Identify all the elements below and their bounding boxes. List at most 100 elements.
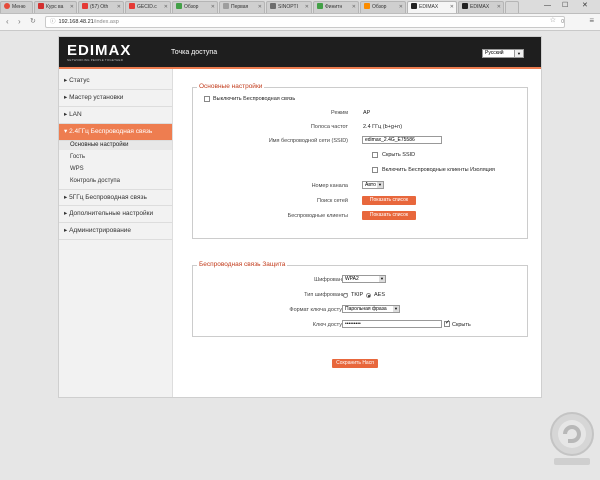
disable-wireless-label: Выключить Беспроводная связь <box>213 96 296 102</box>
security-fieldset: Беспроводная связь Защита Шифрование WPA… <box>192 261 528 337</box>
tab-close-icon[interactable]: ✕ <box>211 2 215 13</box>
sidebar-item-status[interactable]: ▸ Статус <box>59 73 172 90</box>
aes-label: AES <box>374 292 386 298</box>
tab-close-icon[interactable]: ✕ <box>117 2 121 13</box>
main-content: Основные настройки Выключить Беспроводна… <box>172 69 541 397</box>
chevron-down-icon: ▼ <box>377 182 383 188</box>
back-arrow-icon[interactable]: ‹ <box>6 16 9 28</box>
extension-badge[interactable]: 0 <box>561 17 564 27</box>
tab-favicon-icon <box>82 3 88 9</box>
tab-close-icon[interactable]: ✕ <box>450 2 454 13</box>
encryption-label: Шифрование <box>314 277 348 283</box>
basic-settings-fieldset: Основные настройки Выключить Беспроводна… <box>192 83 528 239</box>
key-format-select[interactable]: Парольная фраза ▼ <box>342 305 400 313</box>
sidebar-subitem-basic[interactable]: Основные настройки <box>70 141 129 149</box>
tab-favicon-icon <box>38 3 44 9</box>
basic-settings-legend: Основные настройки <box>197 83 265 90</box>
tkip-radio[interactable] <box>343 293 348 298</box>
hide-ssid-label: Скрыть SSID <box>382 152 416 158</box>
sidebar-item-administration[interactable]: ▸ Администрирование <box>59 223 172 240</box>
reload-icon[interactable]: ↻ <box>30 16 36 28</box>
tab-close-icon[interactable]: ✕ <box>164 2 168 13</box>
address-bar-row: ‹ › ↻ ⓘ 192.168.48.21/index.asp 0 ☆ ≡ <box>0 14 600 31</box>
client-isolation-checkbox[interactable] <box>372 167 378 173</box>
chevron-down-icon: ▼ <box>514 50 523 57</box>
browser-tab-bar: Меню Курс ва ✕ (57) Oth ✕ GECID.c ✕ Обзор ✕ … <box>0 0 600 14</box>
hide-ssid-checkbox[interactable] <box>372 152 378 158</box>
tab-favicon-icon <box>317 3 323 9</box>
hide-key-label: Скрыть <box>452 322 471 328</box>
sidebar-item-lan[interactable]: ▸ LAN <box>59 107 172 124</box>
tab-favicon-icon <box>176 3 182 9</box>
site-survey-button[interactable]: Показать список <box>362 196 416 205</box>
tkip-label: TKIP <box>351 292 364 298</box>
browser-menu-icon[interactable]: ≡ <box>589 15 594 27</box>
channel-label: Номер канала <box>311 183 348 189</box>
client-isolation-label: Включить Беспроводные клиенты Изоляция <box>382 167 495 173</box>
tab-favicon-icon <box>364 3 370 9</box>
mode-label: Режим <box>331 110 348 116</box>
tab-close-icon[interactable]: ✕ <box>399 2 403 13</box>
tab-close-icon[interactable]: ✕ <box>305 2 309 13</box>
tab-favicon-icon <box>4 3 10 9</box>
maximize-button[interactable]: ☐ <box>562 0 568 12</box>
aes-radio[interactable] <box>366 293 371 298</box>
sidebar: ▸ Статус ▸ Мастер установки ▸ LAN ▾ 2.4Г… <box>59 69 173 397</box>
cipher-type-label: Тип шифрования <box>304 292 348 298</box>
browser-tab[interactable]: Меню <box>0 1 33 13</box>
passkey-label: Ключ доступа <box>312 322 348 328</box>
tab-close-icon[interactable]: ✕ <box>497 2 501 13</box>
bookmark-star-icon[interactable]: ☆ <box>550 15 556 27</box>
new-tab-button[interactable] <box>505 1 519 13</box>
browser-tab[interactable]: Обзор ✕ <box>172 1 218 13</box>
edimax-logo: EDIMAX NETWORKING PEOPLE TOGETHER <box>67 42 132 62</box>
close-window-button[interactable]: ✕ <box>582 0 588 12</box>
browser-tab[interactable]: Обзор ✕ <box>360 1 406 13</box>
ssid-label: Имя беспроводной сети (SSID) <box>268 138 348 144</box>
tab-close-icon[interactable]: ✕ <box>258 2 262 13</box>
mode-value: AP <box>363 110 371 116</box>
browser-tab[interactable]: EDIMAX ✕ <box>458 1 504 13</box>
sidebar-subitem-wps[interactable]: WPS <box>70 165 84 173</box>
browser-tab[interactable]: (57) Oth ✕ <box>78 1 124 13</box>
tab-favicon-icon <box>411 3 417 9</box>
page-title: Точка доступа <box>171 49 218 56</box>
sidebar-item-wireless-5[interactable]: ▸ 5ГГц Беспроводная связь <box>59 189 172 206</box>
hide-key-checkbox[interactable] <box>444 319 450 327</box>
forward-arrow-icon[interactable]: › <box>18 16 21 28</box>
wireless-clients-button[interactable]: Показать список <box>362 211 416 220</box>
sidebar-item-wireless-24[interactable]: ▾ 2.4ГГц Беспроводная связь <box>59 124 172 141</box>
browser-tab[interactable]: Курс ва ✕ <box>34 1 77 13</box>
tab-favicon-icon <box>129 3 135 9</box>
url-input[interactable]: ⓘ 192.168.48.21/index.asp <box>45 16 565 28</box>
browser-tab[interactable]: GECID.c ✕ <box>125 1 171 13</box>
page-header: EDIMAX NETWORKING PEOPLE TOGETHER Точка … <box>59 37 541 69</box>
encryption-select[interactable]: WPA2 ▼ <box>342 275 386 283</box>
minimize-button[interactable]: — <box>544 0 551 12</box>
browser-tab[interactable]: Первая ✕ <box>219 1 265 13</box>
passkey-input[interactable]: ••••••••• <box>342 320 442 328</box>
key-format-label: Формат ключа доступа <box>289 307 348 313</box>
tab-favicon-icon <box>462 3 468 9</box>
info-icon[interactable]: ⓘ <box>50 19 56 25</box>
browser-tab-active[interactable]: EDIMAX ✕ <box>407 1 457 13</box>
tab-close-icon[interactable]: ✕ <box>70 2 74 13</box>
sidebar-subitem-guest[interactable]: Гость <box>70 153 85 161</box>
language-select[interactable]: Русский ▼ <box>482 49 524 58</box>
tab-favicon-icon <box>270 3 276 9</box>
browser-tab[interactable]: SINOPTI ✕ <box>266 1 312 13</box>
sidebar-item-setup-wizard[interactable]: ▸ Мастер установки <box>59 90 172 107</box>
sidebar-subitem-access-control[interactable]: Контроль доступа <box>70 177 120 185</box>
router-page: EDIMAX NETWORKING PEOPLE TOGETHER Точка … <box>58 36 542 398</box>
save-button[interactable]: Сохранить Насп <box>332 359 378 368</box>
channel-select[interactable]: Авто ▼ <box>362 181 384 189</box>
ssid-input[interactable]: edimax_2.4G_E75586 <box>362 136 442 144</box>
wireless-clients-label: Беспроводные клиенты <box>287 213 348 219</box>
sidebar-item-advanced[interactable]: ▸ Дополнительные настройки <box>59 206 172 223</box>
band-value: 2.4 ГГц (b+g+n) <box>363 124 403 130</box>
security-legend: Беспроводная связь Защита <box>197 261 288 268</box>
browser-tab[interactable]: Финитн ✕ <box>313 1 359 13</box>
tab-close-icon[interactable]: ✕ <box>352 2 356 13</box>
gecid-watermark-logo <box>550 412 594 465</box>
disable-wireless-checkbox[interactable] <box>204 96 210 102</box>
